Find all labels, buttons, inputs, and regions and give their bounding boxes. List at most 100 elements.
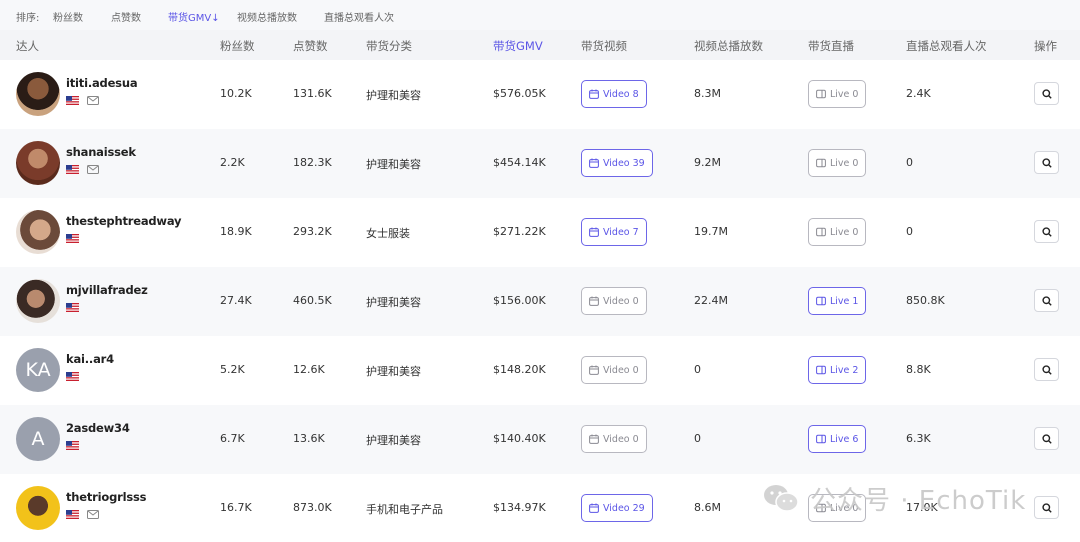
col-header-actions: 操作 <box>1034 39 1057 53</box>
creator-name[interactable]: thestephtreadway <box>66 214 182 228</box>
avatar[interactable] <box>16 141 60 185</box>
video-button[interactable]: Video 8 <box>581 80 647 108</box>
search-button[interactable] <box>1034 496 1059 519</box>
avatar[interactable] <box>16 486 60 530</box>
video-button[interactable]: Video 0 <box>581 425 647 453</box>
live-views-value: 850.8K <box>906 294 945 307</box>
live-button-label: Live 0 <box>830 88 859 100</box>
creator-name[interactable]: 2asdew34 <box>66 421 130 435</box>
video-button[interactable]: Video 39 <box>581 149 653 177</box>
avatar[interactable] <box>16 210 60 254</box>
sort-option-live-views[interactable]: 直播总观看人次 <box>324 9 394 24</box>
likes-value: 460.5K <box>293 294 332 307</box>
category-value: 护理和美容 <box>366 296 421 309</box>
live-button-label: Live 0 <box>830 157 859 169</box>
video-button[interactable]: Video 0 <box>581 356 647 384</box>
gmv-value: $271.22K <box>493 225 546 238</box>
followers-value: 18.9K <box>220 225 252 238</box>
followers-value: 27.4K <box>220 294 252 307</box>
creator-name[interactable]: thetriogrlsss <box>66 490 146 504</box>
followers-value: 5.2K <box>220 363 245 376</box>
watermark: 公众号 · EchoTik <box>762 478 1026 518</box>
likes-value: 13.6K <box>293 432 325 445</box>
col-header-creator: 达人 <box>16 39 39 53</box>
video-plays-value: 22.4M <box>694 294 728 307</box>
gmv-value: $140.40K <box>493 432 546 445</box>
avatar[interactable]: A <box>16 417 60 461</box>
search-icon <box>1041 433 1052 444</box>
video-button-label: Video 8 <box>603 88 639 100</box>
video-calendar-icon <box>589 296 599 306</box>
table-row[interactable]: A 2asdew34 6.7K 13.6K 护理和美容 $140.40K Video 0 0 L… <box>0 405 1080 474</box>
live-icon <box>816 434 826 444</box>
live-button-label: Live 1 <box>830 295 859 307</box>
search-button[interactable] <box>1034 289 1059 312</box>
creator-name[interactable]: shanaissek <box>66 145 136 159</box>
video-plays-value: 0 <box>694 363 701 376</box>
col-header-followers[interactable]: 粉丝数 <box>220 38 255 54</box>
search-icon <box>1041 226 1052 237</box>
mail-icon[interactable] <box>87 509 99 519</box>
likes-value: 873.0K <box>293 501 332 514</box>
creator-name[interactable]: kai..ar4 <box>66 352 114 366</box>
search-icon <box>1041 502 1052 513</box>
live-views-value: 0 <box>906 156 913 169</box>
live-button[interactable]: Live 1 <box>808 287 867 315</box>
video-calendar-icon <box>589 365 599 375</box>
avatar[interactable]: KA <box>16 348 60 392</box>
search-button[interactable] <box>1034 427 1059 450</box>
video-button-label: Video 0 <box>603 433 639 445</box>
avatar-initials: A <box>31 428 45 450</box>
col-header-gmv[interactable]: 带货GMV <box>493 38 543 54</box>
mail-icon[interactable] <box>87 95 99 105</box>
video-plays-value: 19.7M <box>694 225 728 238</box>
search-button[interactable] <box>1034 82 1059 105</box>
sort-option-gmv[interactable]: 带货GMV↓ <box>168 9 220 24</box>
gmv-value: $156.00K <box>493 294 546 307</box>
col-header-live: 带货直播 <box>808 39 854 53</box>
sort-option-likes[interactable]: 点赞数 <box>111 9 141 24</box>
table-header: 达人 粉丝数 点赞数 带货分类 带货GMV 带货视频 视频总播放数 带货直播 直… <box>0 30 1080 60</box>
table-row[interactable]: KA kai..ar4 5.2K 12.6K 护理和美容 $148.20K Video 0 0… <box>0 336 1080 405</box>
live-button[interactable]: Live 2 <box>808 356 867 384</box>
avatar[interactable] <box>16 72 60 116</box>
creator-meta <box>66 440 79 450</box>
sort-option-followers[interactable]: 粉丝数 <box>53 9 83 24</box>
col-header-live-views[interactable]: 直播总观看人次 <box>906 38 987 54</box>
us-flag-icon <box>66 440 79 450</box>
live-button[interactable]: Live 0 <box>808 218 867 246</box>
us-flag-icon <box>66 164 79 174</box>
video-button[interactable]: Video 29 <box>581 494 653 522</box>
video-button[interactable]: Video 0 <box>581 287 647 315</box>
creator-name[interactable]: ititi.adesua <box>66 76 138 90</box>
video-button-label: Video 0 <box>603 295 639 307</box>
followers-value: 16.7K <box>220 501 252 514</box>
us-flag-icon <box>66 371 79 381</box>
followers-value: 10.2K <box>220 87 252 100</box>
table-row[interactable]: ititi.adesua 10.2K 131.6K 护理和美容 $576.05K Vide… <box>0 60 1080 129</box>
category-value: 女士服装 <box>366 227 410 240</box>
video-button[interactable]: Video 7 <box>581 218 647 246</box>
search-button[interactable] <box>1034 220 1059 243</box>
avatar[interactable] <box>16 279 60 323</box>
live-button[interactable]: Live 6 <box>808 425 867 453</box>
search-button[interactable] <box>1034 151 1059 174</box>
creator-name[interactable]: mjvillafradez <box>66 283 148 297</box>
mail-icon[interactable] <box>87 164 99 174</box>
live-button[interactable]: Live 0 <box>808 80 867 108</box>
creator-meta <box>66 371 79 381</box>
live-button[interactable]: Live 0 <box>808 149 867 177</box>
video-button-label: Video 0 <box>603 364 639 376</box>
col-header-likes[interactable]: 点赞数 <box>293 38 328 54</box>
us-flag-icon <box>66 233 79 243</box>
col-header-video-plays[interactable]: 视频总播放数 <box>694 38 763 54</box>
creator-meta <box>66 164 99 174</box>
sort-label: 排序: <box>16 13 40 24</box>
sort-option-video-plays[interactable]: 视频总播放数 <box>237 9 297 24</box>
likes-value: 182.3K <box>293 156 332 169</box>
search-button[interactable] <box>1034 358 1059 381</box>
table-row[interactable]: mjvillafradez 27.4K 460.5K 护理和美容 $156.00K Vid… <box>0 267 1080 336</box>
live-views-value: 2.4K <box>906 87 931 100</box>
table-row[interactable]: thestephtreadway 18.9K 293.2K 女士服装 $271.22K V… <box>0 198 1080 267</box>
table-row[interactable]: shanaissek 2.2K 182.3K 护理和美容 $454.14K Video 3… <box>0 129 1080 198</box>
